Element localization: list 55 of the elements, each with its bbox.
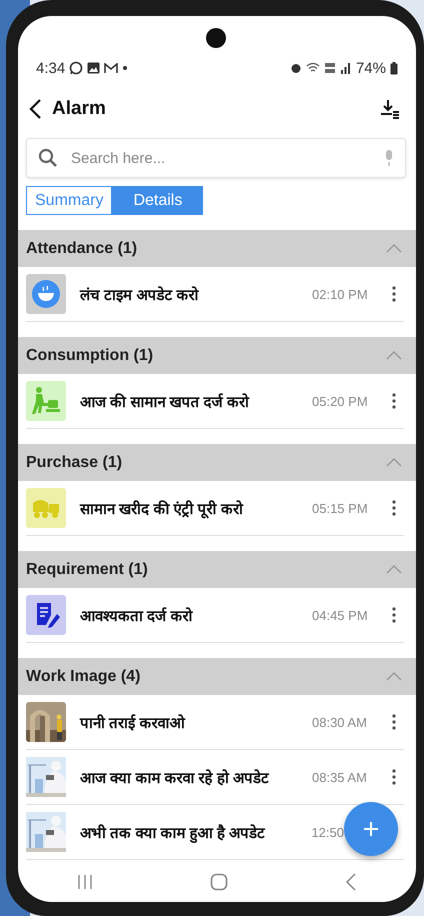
section-header[interactable]: Work Image (4) bbox=[18, 658, 416, 695]
more-icon bbox=[392, 286, 396, 302]
alarm-text: अभी तक क्या काम हुआ है अपडेट bbox=[80, 823, 266, 842]
recent-apps-icon bbox=[76, 874, 93, 890]
more-icon bbox=[392, 769, 396, 785]
add-button[interactable] bbox=[344, 802, 398, 856]
section-title: Attendance (1) bbox=[26, 240, 138, 258]
clock-time: 4:34 bbox=[36, 60, 66, 76]
alarm-text: लंच टाइम अपडेट करो bbox=[80, 285, 200, 304]
truck-icon bbox=[26, 488, 66, 528]
more-icon bbox=[392, 607, 396, 623]
bowl-icon bbox=[26, 274, 66, 314]
back-icon bbox=[345, 873, 358, 891]
battery-icon bbox=[390, 62, 398, 74]
home-icon bbox=[210, 873, 228, 891]
document-pencil-icon bbox=[26, 595, 66, 635]
back-icon bbox=[28, 98, 44, 120]
search-field[interactable]: Search here... bbox=[26, 138, 406, 178]
alarm-text: आज क्या काम करवा रहे हो अपडेट bbox=[80, 768, 270, 787]
chat-icon bbox=[69, 61, 84, 75]
alarm-text: सामान खरीद की एंट्री पूरी करो bbox=[80, 499, 244, 518]
alarm-time: 02:10 PM bbox=[312, 286, 369, 302]
dot-icon bbox=[122, 65, 128, 71]
alarm-text: पानी तराई करवाओ bbox=[80, 713, 186, 732]
search-icon bbox=[38, 148, 58, 168]
alarm-time: 05:15 PM bbox=[312, 500, 369, 516]
camera-hole bbox=[206, 28, 226, 48]
section-title: Requirement (1) bbox=[26, 560, 149, 578]
section-header[interactable]: Attendance (1) bbox=[18, 230, 416, 267]
plus-icon bbox=[363, 821, 379, 837]
alarm-time: 05:20 PM bbox=[312, 394, 369, 408]
wifi-icon bbox=[306, 62, 320, 74]
worker-cart-icon bbox=[26, 381, 66, 421]
section-header[interactable]: Purchase (1) bbox=[18, 444, 416, 481]
section-title: Work Image (4) bbox=[26, 668, 142, 686]
alarm-time: 08:30 AM bbox=[312, 714, 368, 730]
alarm-text: आज की सामान खपत दर्ज करो bbox=[80, 392, 250, 411]
alarm-time: 08:35 AM bbox=[312, 770, 368, 784]
section-title: Purchase (1) bbox=[26, 454, 124, 472]
more-icon bbox=[392, 500, 396, 516]
page-title: Alarm bbox=[52, 98, 107, 120]
section-title: Consumption (1) bbox=[26, 346, 154, 364]
download-button[interactable] bbox=[378, 97, 402, 121]
section-header[interactable]: Consumption (1) bbox=[18, 337, 416, 374]
signal-icon bbox=[340, 62, 352, 74]
more-icon bbox=[392, 393, 396, 409]
more-icon bbox=[392, 714, 396, 730]
alarm-time: 12:50 bbox=[311, 824, 344, 840]
mail-icon bbox=[104, 62, 118, 74]
download-list-icon bbox=[380, 99, 400, 119]
battery-percent: 74% bbox=[356, 60, 386, 76]
section-header[interactable]: Requirement (1) bbox=[18, 551, 416, 588]
image-icon bbox=[87, 62, 100, 74]
alarm-time: 04:45 PM bbox=[312, 608, 369, 622]
alarm-text: आवश्यकता दर्ज करो bbox=[80, 606, 194, 625]
